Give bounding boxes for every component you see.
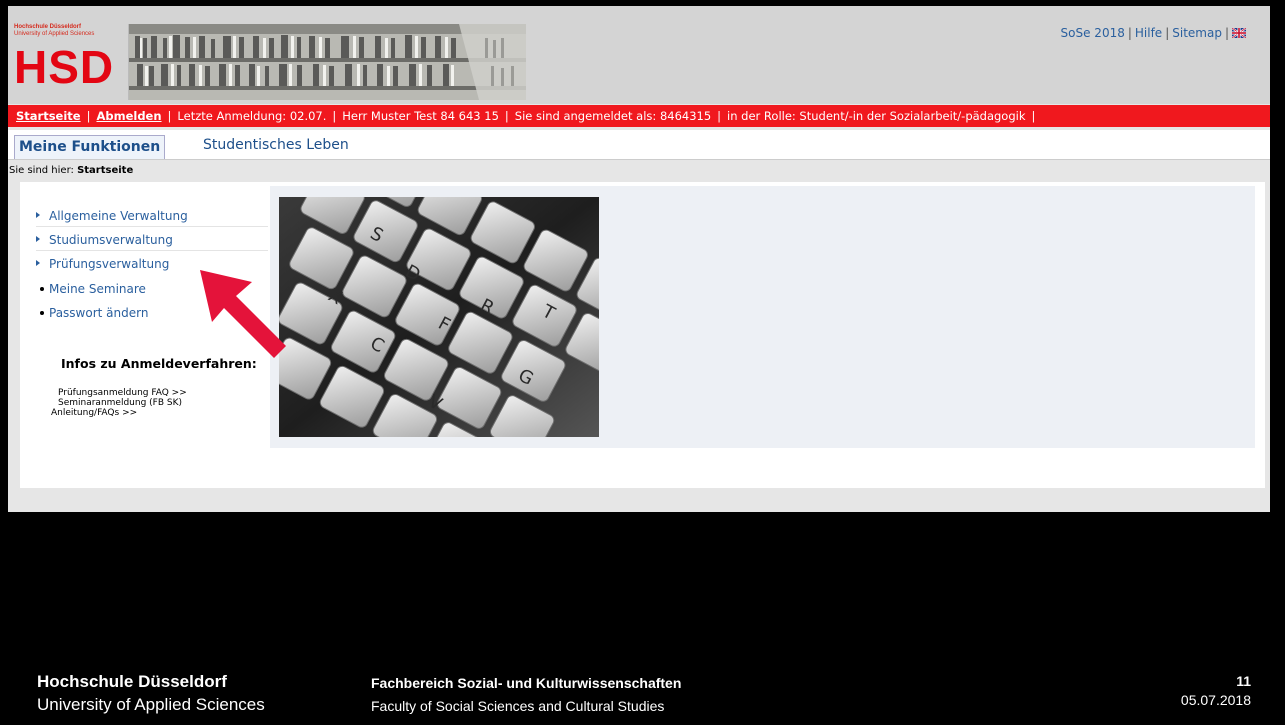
portal-screenshot: Hochschule Düsseldorf University of Appl… (8, 6, 1270, 512)
breadcrumb-prefix: Sie sind hier: (9, 165, 74, 176)
tab-studentisches-leben[interactable]: Studentisches Leben (203, 137, 349, 153)
breadcrumb-current: Startseite (77, 165, 134, 176)
semester-link[interactable]: SoSe 2018 (1061, 26, 1125, 40)
top-links: SoSe 2018 | Hilfe | Sitemap | (1061, 26, 1247, 40)
separator: | (167, 109, 172, 123)
content-area: Allgemeine Verwaltung Studiumsverwaltung… (20, 182, 1265, 488)
breadcrumb: Sie sind hier: Startseite (8, 164, 1270, 178)
triangle-right-icon (36, 260, 40, 266)
separator: | (1224, 26, 1229, 40)
logo-university-subtitle: University of Applied Sciences (14, 31, 95, 37)
abmelden-link[interactable]: Abmelden (96, 109, 161, 123)
main-tabs: Meine Funktionen Studentisches Leben (8, 130, 1270, 160)
presentation-slide: Hochschule Düsseldorf University of Appl… (0, 0, 1285, 725)
sitemap-link[interactable]: Sitemap (1172, 26, 1222, 40)
nav-item-label: Prüfungsverwaltung (49, 257, 170, 271)
header-banner: Hochschule Düsseldorf University of Appl… (8, 6, 1270, 104)
footer-date: 05.07.2018 (1180, 692, 1251, 708)
logged-in-as-text: Sie sind angemeldet als: 8464315 (514, 109, 712, 123)
last-login-text: Letzte Anmeldung: 02.07. (177, 109, 327, 123)
nav-item-allgemeine-verwaltung[interactable]: Allgemeine Verwaltung (36, 209, 268, 227)
nav-item-pruefungsverwaltung[interactable]: Prüfungsverwaltung (36, 257, 169, 271)
nav-item-label: Meine Seminare (49, 282, 146, 296)
library-bookshelf-photo (128, 24, 526, 100)
footer-org-name: Hochschule Düsseldorf (37, 672, 227, 691)
nav-item-label: Studiumsverwaltung (49, 233, 173, 247)
footer-department-en: Faculty of Social Sciences and Cultural … (371, 698, 665, 714)
footer-org-subtitle: University of Applied Sciences (37, 695, 265, 714)
main-panel: D R X F G C V T S (270, 186, 1255, 448)
separator: | (86, 109, 91, 123)
nav-item-label: Passwort ändern (49, 306, 149, 320)
uk-flag-icon[interactable] (1231, 27, 1247, 39)
nav-item-studiumsverwaltung[interactable]: Studiumsverwaltung (36, 233, 268, 251)
separator: | (717, 109, 722, 123)
logo-mark: HSD (14, 41, 115, 93)
nav-item-label: Allgemeine Verwaltung (49, 209, 188, 223)
separator: | (1165, 26, 1170, 40)
tab-meine-funktionen[interactable]: Meine Funktionen (14, 135, 166, 159)
infos-links: Prüfungsanmeldung FAQ >> Seminaranmeldun… (51, 388, 187, 418)
separator: | (1031, 109, 1036, 123)
separator: | (504, 109, 509, 123)
logo-university-name: Hochschule Düsseldorf (14, 24, 82, 30)
keyboard-photo: D R X F G C V T S (279, 197, 599, 437)
nav-item-meine-seminare[interactable]: Meine Seminare (40, 282, 146, 296)
red-arrow-icon (200, 270, 286, 358)
separator: | (332, 109, 337, 123)
bullet-icon (40, 287, 44, 291)
hsd-logo[interactable]: Hochschule Düsseldorf University of Appl… (14, 24, 126, 98)
triangle-right-icon (36, 236, 40, 242)
bullet-icon (40, 311, 44, 315)
role-text: in der Rolle: Student/-in der Sozialarbe… (727, 109, 1026, 123)
user-name-text: Herr Muster Test 84 643 15 (342, 109, 499, 123)
anleitung-faqs-link[interactable]: Anleitung/FAQs >> (51, 408, 187, 418)
help-link[interactable]: Hilfe (1135, 26, 1162, 40)
infos-heading: Infos zu Anmeldeverfahren: (61, 356, 257, 371)
pruefungsanmeldung-faq-link[interactable]: Prüfungsanmeldung FAQ >> (58, 388, 187, 398)
separator: | (1127, 26, 1132, 40)
footer-page-number: 11 (1236, 673, 1251, 689)
footer-department: Fachbereich Sozial- und Kulturwissenscha… (371, 675, 682, 691)
session-status-bar: Startseite | Abmelden | Letzte Anmeldung: 02… (8, 105, 1270, 127)
nav-item-passwort-aendern[interactable]: Passwort ändern (40, 306, 148, 320)
startseite-link[interactable]: Startseite (16, 109, 81, 123)
seminaranmeldung-link[interactable]: Seminaranmeldung (FB SK) (58, 398, 187, 408)
triangle-right-icon (36, 212, 40, 218)
